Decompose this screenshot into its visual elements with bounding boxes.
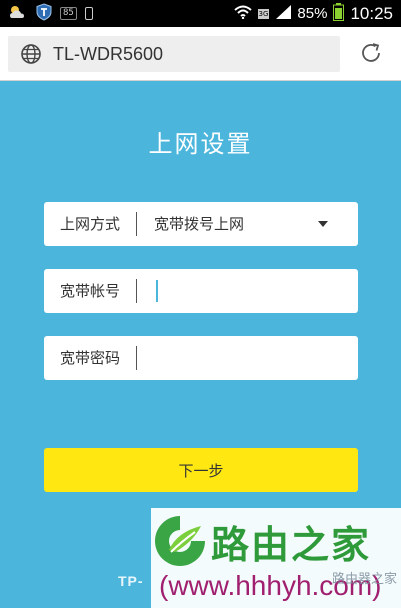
- password-field: 宽带密码: [44, 336, 358, 380]
- text-cursor: [156, 280, 158, 302]
- url-text: TL-WDR5600: [53, 44, 164, 64]
- phone-icon: [84, 7, 93, 20]
- address-bar[interactable]: TL-WDR5600: [8, 36, 340, 72]
- battery-icon: [333, 2, 345, 25]
- status-bar: 85 3G 85% 10:25: [0, 0, 401, 27]
- next-button[interactable]: 下一步: [44, 448, 358, 492]
- wifi-icon: [233, 4, 252, 23]
- connection-type-label: 上网方式: [60, 215, 121, 233]
- watermark-name: 路由之家: [211, 523, 372, 567]
- account-input[interactable]: [150, 277, 346, 305]
- status-right: 3G 85% 10:25: [233, 2, 393, 25]
- signal-icon: [275, 4, 292, 23]
- page-title: 上网设置: [148, 130, 253, 158]
- notification-badge: 85: [60, 7, 77, 20]
- network-type: 3G: [257, 8, 270, 19]
- reload-icon[interactable]: [359, 41, 383, 69]
- password-input[interactable]: [150, 344, 346, 372]
- globe-icon: [20, 43, 42, 69]
- leaf-logo-icon: [151, 512, 209, 574]
- watermark-small-text: 路由器之家: [331, 572, 397, 587]
- field-divider: [136, 346, 137, 370]
- clock: 10:25: [350, 3, 393, 23]
- field-divider: [136, 279, 137, 303]
- weather-icon: [8, 4, 28, 24]
- battery-percent: 85%: [297, 5, 328, 22]
- shield-icon: [36, 2, 52, 25]
- account-label: 宽带帐号: [60, 282, 121, 300]
- password-label: 宽带密码: [60, 349, 121, 367]
- caret-down-icon: [318, 221, 328, 227]
- connection-type-value: 宽带拨号上网: [154, 215, 245, 233]
- account-field: 宽带帐号: [44, 269, 358, 313]
- browser-toolbar: TL-WDR5600: [0, 27, 401, 81]
- status-left: 85: [8, 2, 93, 25]
- watermark: 路由之家 (www.hhhyh.com) 路由器之家: [151, 508, 401, 608]
- field-divider: [136, 212, 137, 236]
- connection-type-select[interactable]: 上网方式 宽带拨号上网: [44, 202, 358, 246]
- footer-brand: TP-: [118, 573, 144, 589]
